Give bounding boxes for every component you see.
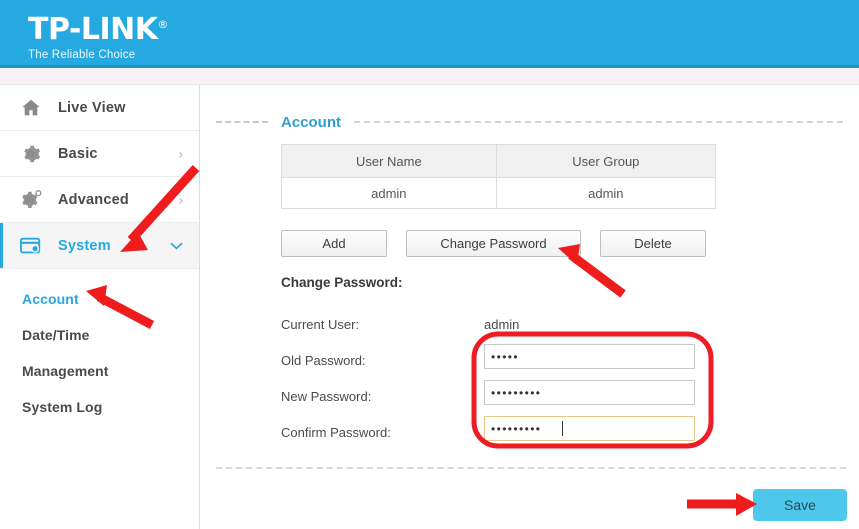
brand-logo: TP-LINK® The Reliable Choice (28, 8, 168, 62)
sidebar-item-account[interactable]: Account (0, 281, 199, 317)
label-old-password: Old Password: (281, 353, 366, 368)
chevron-right-icon-advanced: › (178, 192, 183, 207)
brand-text: TP-LINK (28, 12, 158, 47)
account-table: User Name User Group admin admin (281, 144, 717, 209)
page-header: TP-LINK® The Reliable Choice (0, 0, 859, 68)
brand-name: TP-LINK® (28, 8, 168, 47)
divider-right (354, 121, 843, 123)
table-header-row: User Name User Group (281, 144, 717, 178)
action-button-row: Add Change Password Delete (281, 230, 706, 257)
text-cursor (562, 421, 563, 436)
sidebar-label-date-time: Date/Time (22, 327, 90, 343)
confirm-password-input[interactable] (484, 416, 695, 441)
sidebar-label-basic: Basic (58, 145, 98, 162)
new-password-input[interactable] (484, 380, 695, 405)
cell-user-group: admin (495, 177, 717, 209)
label-current-user: Current User: (281, 317, 360, 332)
router-admin-page: TP-LINK® The Reliable Choice Live View B… (0, 0, 859, 529)
chevron-right-icon-basic: › (178, 146, 183, 161)
label-confirm-password: Confirm Password: (281, 425, 391, 440)
change-password-button[interactable]: Change Password (406, 230, 581, 257)
sidebar-nav: Live View Basic › Advanced › System Acco… (0, 85, 200, 529)
delete-button[interactable]: Delete (600, 230, 706, 257)
change-password-heading: Change Password: (281, 275, 403, 290)
sidebar-label-management: Management (22, 363, 109, 379)
value-current-user: admin (484, 317, 520, 332)
column-header-user-name: User Name (281, 144, 497, 178)
chevron-down-icon-system (170, 239, 183, 252)
main-content: Account User Name User Group admin admin… (200, 85, 859, 529)
save-button[interactable]: Save (753, 489, 847, 521)
sidebar-item-basic[interactable]: Basic › (0, 131, 199, 177)
table-row[interactable]: admin admin (281, 177, 717, 209)
gear-icon (18, 141, 44, 167)
sidebar-item-system-log[interactable]: System Log (0, 389, 199, 425)
sidebar-item-advanced[interactable]: Advanced › (0, 177, 199, 223)
gear-advanced-icon (18, 187, 44, 213)
old-password-input[interactable] (484, 344, 695, 369)
page-title: Account (281, 113, 341, 131)
sidebar-label-system-log: System Log (22, 399, 103, 415)
registered-mark-icon: ® (157, 18, 169, 31)
section-header: Account (216, 112, 843, 132)
cell-user-name: admin (281, 177, 497, 209)
sidebar-label-live-view: Live View (58, 99, 126, 116)
sidebar-subnav-system: Account Date/Time Management System Log (0, 269, 199, 425)
header-underbar (0, 68, 859, 85)
sidebar-item-management[interactable]: Management (0, 353, 199, 389)
divider-left (216, 121, 268, 123)
home-icon (18, 95, 44, 121)
sidebar-label-system: System (58, 237, 111, 254)
sidebar-item-date-time[interactable]: Date/Time (0, 317, 199, 353)
sidebar-label-account: Account (22, 291, 79, 307)
label-new-password: New Password: (281, 389, 372, 404)
sidebar-item-live-view[interactable]: Live View (0, 85, 199, 131)
bottom-divider (216, 467, 846, 469)
sidebar-label-advanced: Advanced (58, 191, 129, 208)
column-header-user-group: User Group (495, 144, 717, 178)
brand-tagline: The Reliable Choice (28, 49, 136, 61)
add-button[interactable]: Add (281, 230, 387, 257)
system-window-icon (18, 233, 44, 259)
sidebar-item-system[interactable]: System (0, 223, 199, 269)
